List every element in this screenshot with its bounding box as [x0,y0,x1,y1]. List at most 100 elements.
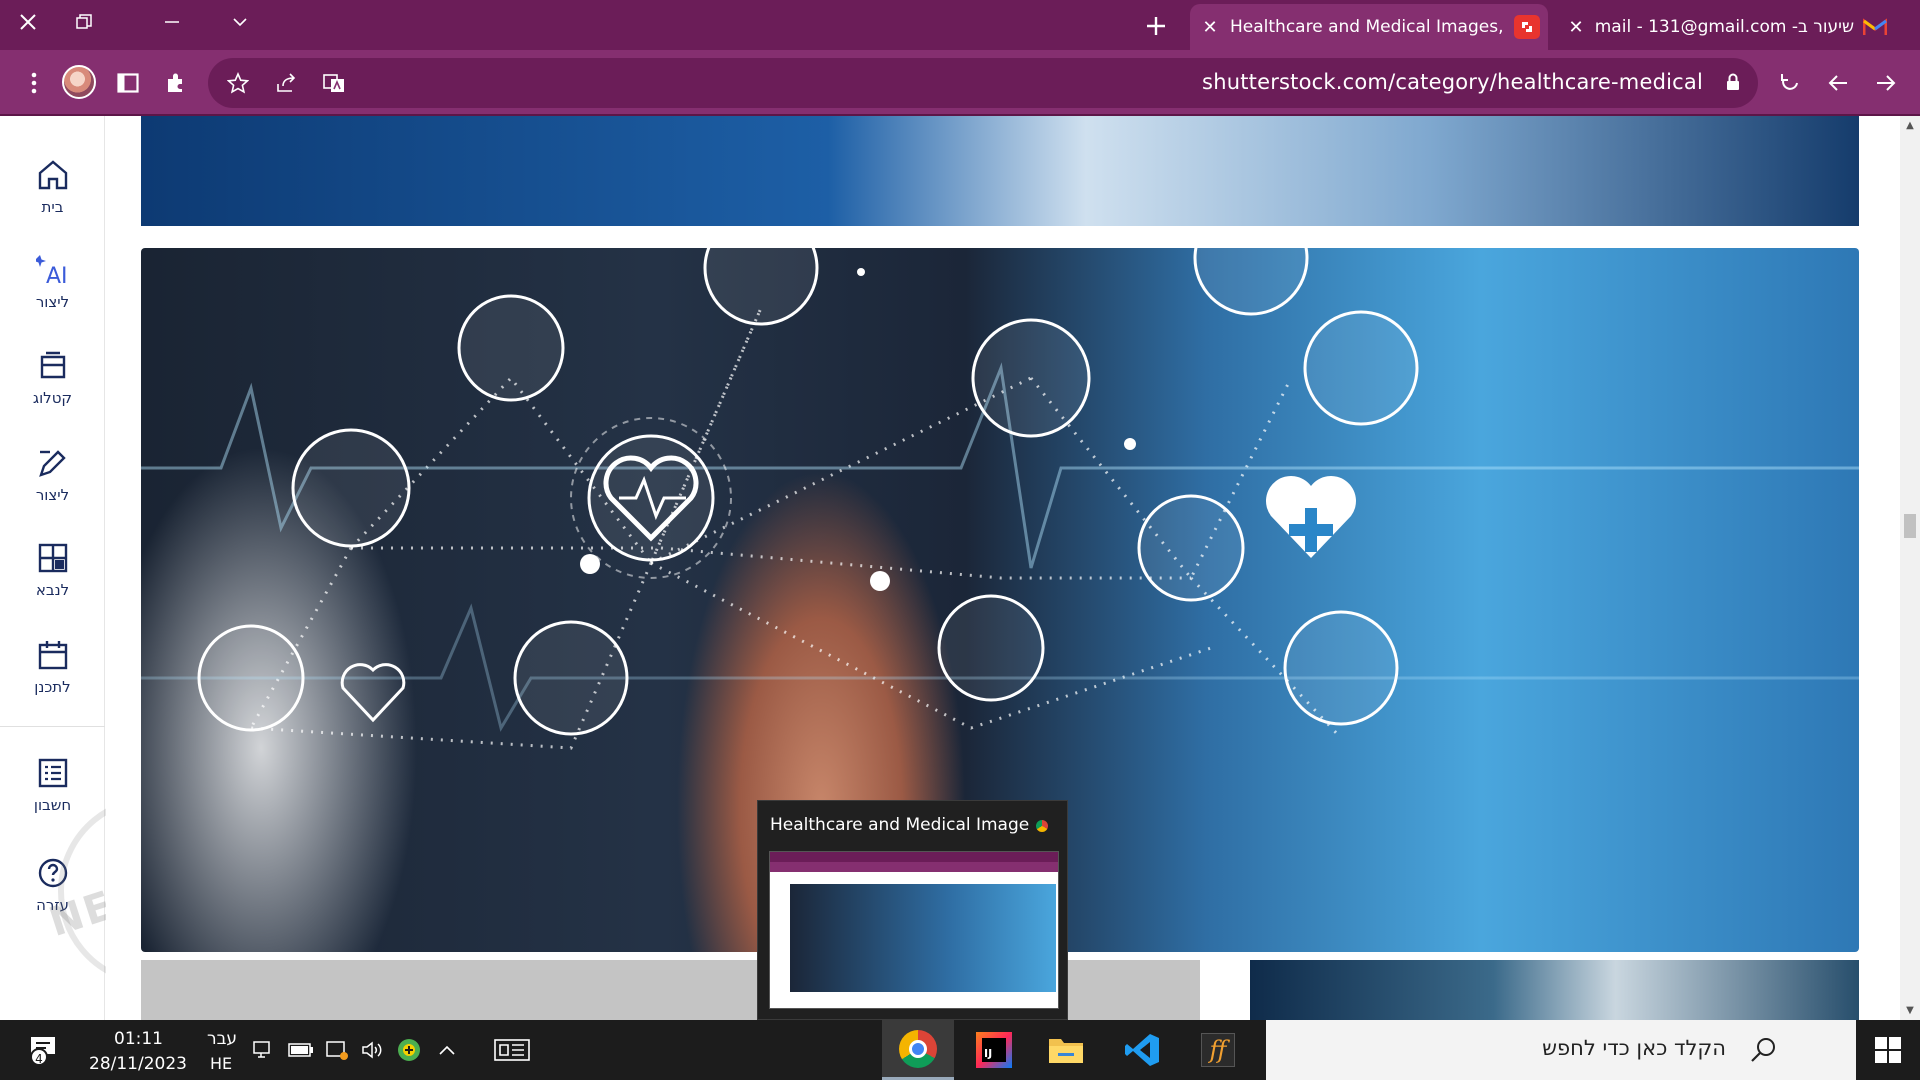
folder-icon [1049,1039,1083,1063]
url-text: shutterstock.com/category/healthcare-med… [1202,70,1703,94]
arrow-left-icon [1828,75,1847,91]
minimize-icon [165,21,179,23]
sidebar-item-label: קטלוג [32,389,73,407]
back-button[interactable] [1818,63,1858,103]
tab-label: שיעור ב- Gmail - 131@gmail.com [1596,17,1854,37]
sidebar-divider [0,726,105,727]
lock-icon[interactable] [1726,73,1740,91]
preview-title: Healthcare and Medical Images,... [770,815,1030,835]
network-icon[interactable] [252,1038,278,1062]
sidebar-item-create[interactable]: ליצור [0,446,105,504]
sidebar-item-account[interactable]: חשבון [0,756,105,814]
sidebar-item-label: לנבא [35,581,70,599]
puzzle-icon [168,73,182,92]
tab-shutterstock[interactable]: ✕ Healthcare and Medical Images, [1190,4,1548,50]
notification-count: 4 [30,1048,48,1066]
reload-icon [1781,74,1798,90]
image-tile-top[interactable] [141,116,1859,226]
sidebar-item-catalog[interactable]: קטלוג [0,349,105,407]
status-green-icon[interactable] [396,1038,422,1062]
tab-search-button[interactable] [216,0,264,44]
share-button[interactable] [266,63,306,103]
windows-taskbar: 4 01:11 28/11/2023 עבר HE IJ ff הקלד כאן… [0,1020,1920,1080]
chrome-icon [1031,815,1053,837]
calendar-icon [38,641,67,670]
preview-thumbnail[interactable] [769,851,1059,1009]
tab-gmail[interactable]: ✕ שיעור ב- Gmail - 131@gmail.com [1556,4,1896,50]
new-tab-button[interactable] [1136,6,1176,46]
edit-icon [38,450,66,477]
image-tile-bottom-right[interactable] [1250,960,1859,1020]
minimize-window-button[interactable] [148,0,196,44]
sidebar-item-label: ליצור [35,293,70,311]
restore-icon [76,14,92,29]
sidebar-item-ai-create[interactable]: AI ליצור [0,253,105,311]
clock-time[interactable]: 01:11 [114,1029,163,1049]
forward-button[interactable] [1866,63,1906,103]
vscode-icon [1125,1034,1159,1066]
search-icon [1751,1038,1775,1062]
shutterstock-icon [1514,15,1540,39]
share-icon [277,73,296,92]
close-window-button[interactable] [4,0,52,44]
chevron-up-icon[interactable] [434,1038,460,1062]
extensions-button[interactable] [156,63,196,103]
list-icon [38,758,67,788]
side-panel-button[interactable] [108,63,148,103]
close-icon [20,14,36,30]
tab-label: Healthcare and Medical Images, [1230,17,1504,37]
fontforge-icon: ff [1201,1033,1235,1067]
chrome-icon [899,1029,937,1068]
taskbar-chrome[interactable] [882,1020,954,1080]
restore-window-button[interactable] [60,0,108,44]
input-language-name[interactable]: עבר [207,1029,237,1049]
sidebar-item-label: לתכנן [34,678,71,696]
battery-icon[interactable] [288,1038,314,1062]
windows-logo-icon [1875,1037,1901,1063]
scroll-up-arrow[interactable]: ▲ [1900,120,1920,131]
start-button[interactable] [1856,1020,1920,1080]
sidebar-item-predict[interactable]: לנבא [0,541,105,599]
sidebar-item-label: חשבון [33,796,72,814]
svg-text:AI: AI [46,264,68,287]
bookmark-button[interactable] [218,63,258,103]
chevron-down-icon [233,18,247,27]
close-tab-icon[interactable]: ✕ [1556,17,1596,38]
more-vertical-icon [31,72,37,94]
address-bar[interactable]: shutterstock.com/category/healthcare-med… [208,58,1758,108]
intellij-icon: IJ [976,1032,1012,1068]
taskbar-fontforge[interactable]: ff [1182,1020,1254,1080]
search-placeholder: הקלד כאן כדי לחפש [1542,1036,1726,1060]
browser-menu-button[interactable] [14,63,54,103]
browser-title-bar: ✕ Healthcare and Medical Images, ✕ שיעור… [0,0,1920,50]
catalog-icon [40,351,65,379]
taskbar-intellij[interactable]: IJ [958,1020,1030,1080]
arrow-right-icon [1877,75,1896,91]
page-scrollbar[interactable]: ▲ ▼ [1900,116,1920,1020]
taskbar-search-box[interactable]: הקלד כאן כדי לחפש [1266,1020,1856,1080]
gmail-icon [1862,15,1888,39]
taskbar-vscode[interactable] [1106,1020,1178,1080]
ai-sparkle-icon: AI [35,255,68,287]
translate-button[interactable] [314,63,354,103]
sync-icon[interactable] [324,1038,350,1062]
taskbar-window-preview[interactable]: Healthcare and Medical Images,... [757,800,1068,1020]
side-panel-icon [117,73,139,93]
reload-button[interactable] [1770,63,1810,103]
left-sidebar: בית AI ליצור קטלוג ליצור לנבא לתכנן חשבו… [0,116,273,1020]
sidebar-item-plan[interactable]: לתכנן [0,638,105,696]
star-icon [227,72,249,94]
sidebar-item-home[interactable]: בית [0,158,105,216]
clock-date[interactable]: 28/11/2023 [89,1054,187,1074]
taskbar-file-explorer[interactable] [1030,1020,1102,1080]
profile-avatar[interactable] [62,65,96,99]
scroll-down-arrow[interactable]: ▼ [1900,1005,1920,1016]
input-language-code[interactable]: HE [210,1054,232,1073]
sidebar-item-label: בית [41,198,64,216]
close-tab-icon[interactable]: ✕ [1190,17,1230,38]
news-widget-icon[interactable] [494,1038,530,1062]
volume-icon[interactable] [360,1038,386,1062]
scroll-thumb[interactable] [1904,514,1916,538]
browser-toolbar: shutterstock.com/category/healthcare-med… [0,50,1920,116]
notification-center-button[interactable]: 4 [28,1034,64,1068]
